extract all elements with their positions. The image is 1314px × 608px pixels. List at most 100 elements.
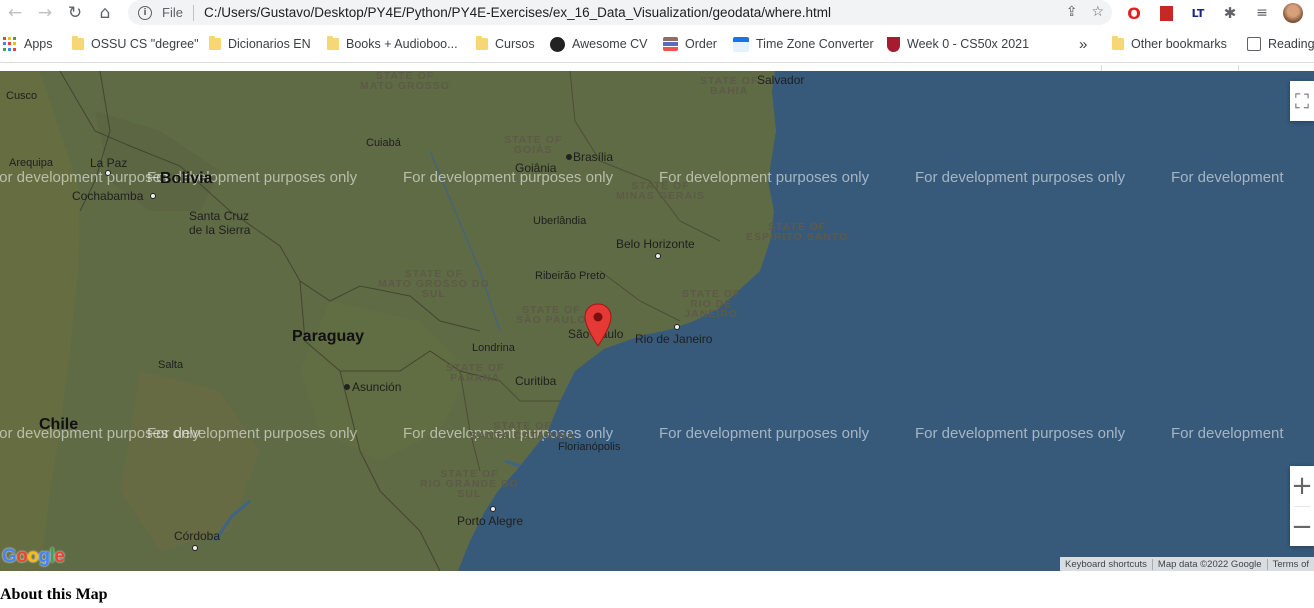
omnibox-divider: [192, 4, 194, 21]
harvard-icon: [887, 36, 900, 52]
city-label: Belo Horizonte: [616, 237, 695, 251]
bookmark-label: Reading: [1268, 37, 1314, 51]
bookmark-label: Books + Audioboo...: [346, 37, 458, 51]
info-icon[interactable]: i: [138, 5, 152, 20]
bookmark-label: Cursos: [495, 37, 535, 51]
puzzle-icon[interactable]: ✱: [1219, 2, 1241, 24]
reading-list-icon: [1247, 37, 1261, 51]
state-label: STATE OF MATO GROSSO: [360, 71, 450, 92]
google-logo[interactable]: Google: [2, 546, 65, 568]
city-label: La Paz: [90, 156, 128, 170]
city-label: Cusco: [6, 90, 38, 102]
state-label: STATE OF ESPÍRITO SANTO: [746, 221, 849, 243]
bookmark-cs50[interactable]: Week 0 - CS50x 2021: [887, 35, 1029, 53]
stack-icon: [663, 37, 678, 51]
country-label: Paraguay: [292, 328, 365, 345]
watermark: For development purposes only: [915, 425, 1126, 442]
calendar-icon: [733, 36, 749, 52]
bookmark-books[interactable]: Books + Audioboo...: [327, 35, 458, 53]
capital-marker: [566, 154, 572, 160]
country-label: Bolivia: [160, 170, 213, 187]
city-label: Curitiba: [515, 374, 557, 388]
map-canvas[interactable]: For development purposes only For develo…: [0, 71, 1314, 571]
bookmark-extension-icon[interactable]: [1155, 2, 1177, 24]
bookmark-awesome-cv[interactable]: Awesome CV: [550, 35, 648, 53]
city-label: Florianópolis: [558, 441, 621, 453]
keyboard-shortcuts-link[interactable]: Keyboard shortcuts: [1060, 559, 1152, 570]
state-label: STATE OF BAHIA: [700, 75, 759, 97]
folder-icon: [209, 36, 221, 50]
city-label: Santa Cruz de la Sierra: [189, 209, 251, 237]
city-label: Cuiabá: [366, 137, 401, 149]
reading-list[interactable]: Reading: [1247, 35, 1314, 53]
bookmark-order[interactable]: Order: [663, 35, 717, 53]
bookmark-label: Time Zone Converter: [756, 37, 874, 51]
chrome-divider: [0, 62, 1314, 63]
address-bar[interactable]: i File C:/Users/Gustavo/Desktop/PY4E/Pyt…: [128, 0, 1112, 25]
lt-icon[interactable]: LT: [1187, 2, 1209, 24]
apps-grid-icon: [3, 37, 17, 51]
capital-marker: [344, 384, 350, 390]
bookmark-other[interactable]: Other bookmarks: [1112, 35, 1227, 53]
land-shapes: [0, 71, 776, 571]
bookmarks-bar: Apps OSSU CS "degree" Dicionarios EN Boo…: [0, 30, 1314, 81]
map-data-text: Map data ©2022 Google: [1151, 558, 1267, 570]
back-icon[interactable]: ←: [0, 0, 30, 26]
city-label: Ribeirão Preto: [535, 270, 606, 282]
watermark: For development purposes only: [147, 425, 358, 442]
city-label: Goiânia: [515, 161, 557, 175]
watermark: For development purposes only: [403, 169, 614, 186]
watermark: For development purposes only: [1171, 425, 1287, 442]
reload-icon[interactable]: ↻: [60, 0, 90, 26]
browser-toolbar: ← → ↻ ⌂ i File C:/Users/Gustavo/Desktop/…: [0, 0, 1314, 26]
city-label: Brasília: [573, 150, 614, 164]
state-label: STATE OF SANTA CATARINA: [470, 420, 576, 442]
city-label: Uberlândia: [533, 215, 587, 227]
share-icon[interactable]: ⇪: [1066, 4, 1078, 20]
fullscreen-icon[interactable]: ⛶: [1290, 81, 1314, 121]
location-pin-icon[interactable]: [584, 303, 612, 347]
city-label: Córdoba: [174, 529, 221, 543]
home-icon[interactable]: ⌂: [90, 0, 120, 26]
state-label: STATE OF MINAS GERAIS: [616, 180, 706, 202]
folder-icon: [476, 36, 488, 50]
opera-icon[interactable]: O: [1123, 2, 1145, 24]
bookmark-apps[interactable]: Apps: [3, 35, 53, 53]
bookmark-time-zone[interactable]: Time Zone Converter: [733, 35, 874, 53]
folder-icon: [327, 36, 339, 50]
more-bookmarks-icon[interactable]: »: [1079, 35, 1087, 53]
city-label: Londrina: [472, 342, 515, 354]
bookmark-cursos[interactable]: Cursos: [476, 35, 535, 53]
profile-avatar[interactable]: [1282, 2, 1304, 24]
map-attribution: Keyboard shortcuts Map data ©2022 Google…: [1060, 557, 1314, 571]
forward-icon[interactable]: →: [30, 0, 60, 26]
zoom-out-button[interactable]: −: [1290, 507, 1314, 547]
reading-list-icon[interactable]: ≡: [1251, 2, 1273, 24]
file-label: File: [162, 5, 183, 20]
zoom-in-button[interactable]: +: [1290, 466, 1314, 506]
url-text[interactable]: C:/Users/Gustavo/Desktop/PY4E/Python/PY4…: [204, 5, 831, 20]
bookmark-dicionarios[interactable]: Dicionarios EN: [209, 35, 311, 53]
country-label: Chile: [39, 416, 79, 433]
zoom-control: + −: [1290, 466, 1314, 546]
state-label: STATE OF PARANÁ: [446, 362, 505, 384]
bookmark-label: Other bookmarks: [1131, 37, 1227, 51]
city-label: Arequipa: [9, 157, 54, 169]
bookmark-label: Awesome CV: [572, 37, 648, 51]
state-label: STATE OF SÃO PAULO: [516, 304, 587, 326]
page-heading: About this Map: [0, 586, 108, 603]
star-icon[interactable]: ☆: [1091, 4, 1104, 20]
city-marker: [192, 545, 198, 551]
city-marker: [490, 506, 496, 512]
state-label: STATE OF MATO GROSSO DO SUL: [378, 268, 490, 300]
city-marker: [674, 324, 680, 330]
watermark: For development purposes only: [1171, 169, 1287, 186]
terms-link[interactable]: Terms of: [1266, 558, 1314, 570]
watermark: For development purposes only: [915, 169, 1126, 186]
state-label: STATE OF GOIÁS: [504, 134, 563, 156]
city-label: Salta: [158, 359, 184, 371]
bookmark-label: Dicionarios EN: [228, 37, 311, 51]
bookmark-ossu[interactable]: OSSU CS "degree": [72, 35, 199, 53]
watermark: For development purposes only: [659, 425, 870, 442]
city-label: Asunción: [352, 380, 402, 394]
